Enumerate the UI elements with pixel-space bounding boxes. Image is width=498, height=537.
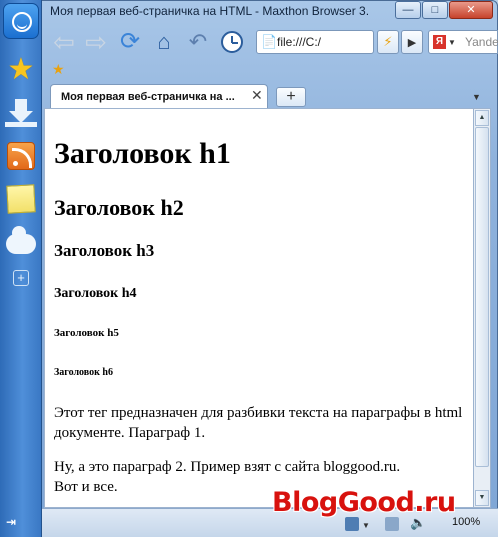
tab-strip: Моя первая веб-страничка на ... ✕ + ▼ [42, 80, 498, 108]
watermark-text: BlogGood.ru [272, 487, 456, 518]
notes-icon[interactable] [5, 183, 37, 215]
lightning-icon[interactable]: ⚡ [377, 30, 399, 54]
sidebar-collapse-icon[interactable]: ⇥ [6, 515, 16, 529]
navigation-toolbar: ⇦ ⇨ ⟳ ⌂ ↶ 📄 file:///C:/ ⚡ ▶ Я ▼ Yande [42, 24, 498, 60]
home-icon[interactable]: ⌂ [150, 28, 178, 56]
rss-icon[interactable] [5, 140, 37, 172]
scroll-up-icon[interactable]: ▲ [475, 110, 489, 126]
page-icon: 📄 [261, 34, 278, 49]
speaker-icon[interactable]: 🔈 [410, 515, 426, 530]
heading-h3: Заголовок h3 [54, 241, 155, 260]
close-button[interactable]: ✕ [449, 1, 493, 19]
tab-title: Моя первая веб-страничка на ... [61, 91, 235, 103]
search-box[interactable]: Я ▼ Yande [428, 30, 498, 54]
heading-h4: Заголовок h4 [54, 286, 137, 301]
scroll-down-icon[interactable]: ▼ [475, 490, 489, 506]
screenshot-icon[interactable] [385, 517, 399, 531]
minimize-button[interactable]: — [395, 1, 421, 19]
cloud-icon[interactable] [5, 226, 37, 260]
page-content: Заголовок h1 Заголовок h2 Заголовок h3 З… [44, 108, 474, 508]
add-icon[interactable]: + [5, 262, 37, 294]
go-button[interactable]: ▶ [401, 30, 423, 54]
favorites-star-icon[interactable]: ★ [5, 54, 37, 86]
tab-close-icon[interactable]: ✕ [251, 87, 263, 104]
add-favorite-star-icon[interactable]: ★ [52, 61, 65, 78]
zoom-level[interactable]: 100% [452, 516, 480, 528]
address-text[interactable]: file:///C:/ [277, 35, 321, 49]
heading-h5: Заголовок h5 [54, 327, 119, 339]
paragraph-2-line-2: Вот и все. [54, 479, 118, 495]
new-tab-button[interactable]: + [276, 87, 306, 107]
tab-active[interactable]: Моя первая веб-страничка на ... ✕ [50, 84, 268, 108]
title-bar: Моя первая веб-страничка на HTML - Maxth… [42, 0, 498, 24]
maxthon-logo-icon[interactable] [3, 3, 39, 39]
yandex-icon[interactable]: Я [433, 35, 446, 49]
heading-h2: Заголовок h2 [54, 195, 184, 220]
paragraph-1: Этот тег предназначен для разбивки текст… [54, 405, 463, 441]
security-shield-icon[interactable] [345, 517, 359, 531]
download-icon[interactable] [5, 97, 37, 129]
undo-icon[interactable]: ↶ [184, 28, 212, 56]
window-title: Моя первая веб-страничка на HTML - Maxth… [50, 4, 370, 18]
vertical-scrollbar[interactable]: ▲ ▼ [474, 108, 491, 508]
back-icon[interactable]: ⇦ [50, 28, 78, 56]
scroll-thumb[interactable] [475, 127, 489, 467]
forward-icon[interactable]: ⇨ [82, 28, 110, 56]
heading-h6: Заголовок h6 [54, 367, 113, 378]
tab-menu-icon[interactable]: ▼ [472, 92, 481, 102]
favorites-bar: ★ [42, 60, 498, 80]
status-bar: BlogGood.ru ▼ 🔈 100% [42, 487, 498, 537]
history-clock-icon[interactable] [218, 28, 246, 56]
shield-dropdown-icon[interactable]: ▼ [362, 521, 370, 530]
search-engine-dropdown-icon[interactable]: ▼ [448, 38, 456, 47]
heading-h1: Заголовок h1 [54, 137, 231, 170]
sidebar: ★ + ⇥ [0, 0, 42, 537]
paragraph-2-line-1: Ну, а это параграф 2. Пример взят с сайт… [54, 459, 401, 475]
search-placeholder[interactable]: Yande [465, 35, 498, 49]
address-bar[interactable]: 📄 file:///C:/ [256, 30, 374, 54]
refresh-icon[interactable]: ⟳ [116, 28, 144, 56]
maximize-button[interactable]: □ [422, 1, 448, 19]
